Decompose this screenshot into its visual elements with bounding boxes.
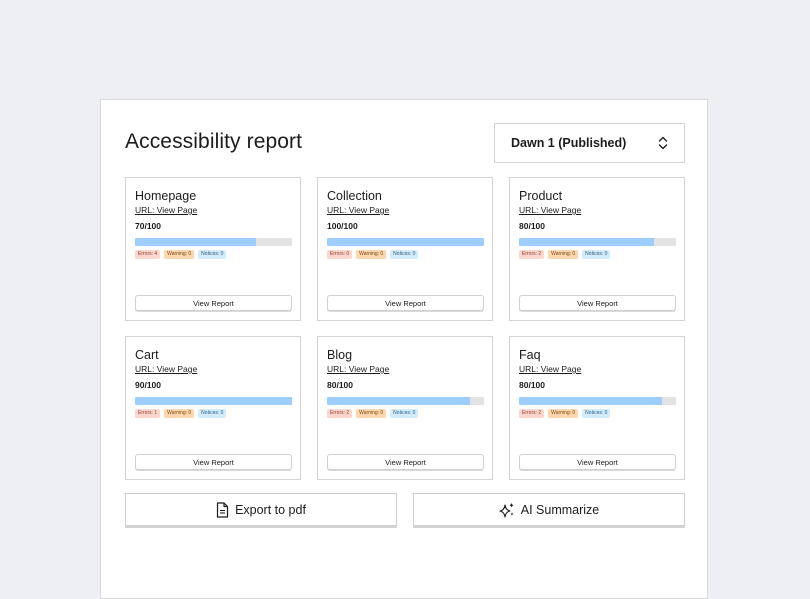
score: 90/100 (135, 380, 161, 390)
page-title: Accessibility report (125, 130, 303, 153)
view-report-button[interactable]: View Report (135, 454, 292, 470)
issue-badges: Errors: 2 Warning: 0 Notices: 0 (327, 409, 419, 418)
errors-badge: Errors: 4 (135, 250, 161, 259)
errors-badge: Errors: 1 (135, 409, 161, 418)
report-card-faq: Faq URL: View Page 80/100 Errors: 2 Warn… (509, 336, 685, 480)
view-page-link[interactable]: URL: View Page (135, 205, 197, 215)
theme-select[interactable]: Dawn 1 (Published) (494, 123, 685, 163)
ai-summarize-button[interactable]: AI Summarize (413, 493, 685, 526)
view-page-link[interactable]: URL: View Page (327, 364, 389, 374)
chevron-up-down-icon (658, 136, 668, 150)
view-page-link[interactable]: URL: View Page (519, 205, 581, 215)
report-card-cart: Cart URL: View Page 90/100 Errors: 1 War… (125, 336, 301, 480)
view-report-button[interactable]: View Report (519, 295, 676, 311)
warnings-badge: Warning: 0 (164, 250, 195, 259)
score-progress-bar (135, 397, 292, 405)
score-progress-bar (519, 238, 676, 246)
score-progress-fill (135, 238, 256, 246)
view-report-button[interactable]: View Report (327, 454, 484, 470)
notices-badge: Notices: 0 (198, 409, 227, 418)
card-title: Collection (327, 189, 382, 203)
ai-summarize-label: AI Summarize (520, 502, 600, 517)
errors-badge: Errors: 0 (327, 250, 353, 259)
warnings-badge: Warning: 0 (548, 250, 579, 259)
card-title: Blog (327, 348, 353, 362)
warnings-badge: Warning: 0 (356, 409, 387, 418)
score-progress-bar (327, 238, 484, 246)
notices-badge: Notices: 0 (582, 250, 611, 259)
report-card-homepage: Homepage URL: View Page 70/100 Errors: 4… (125, 177, 301, 321)
view-page-link[interactable]: URL: View Page (327, 205, 389, 215)
score: 80/100 (519, 380, 545, 390)
notices-badge: Notices: 0 (582, 409, 611, 418)
export-pdf-button[interactable]: Export to pdf (125, 493, 397, 526)
export-pdf-label: Export to pdf (235, 502, 306, 517)
issue-badges: Errors: 0 Warning: 0 Notices: 0 (327, 250, 419, 259)
view-page-link[interactable]: URL: View Page (519, 364, 581, 374)
view-page-link[interactable]: URL: View Page (135, 364, 197, 374)
card-title: Faq (519, 348, 541, 362)
report-card-blog: Blog URL: View Page 80/100 Errors: 2 War… (317, 336, 493, 480)
card-title: Homepage (135, 189, 197, 203)
notices-badge: Notices: 0 (390, 250, 419, 259)
notices-badge: Notices: 0 (390, 409, 419, 418)
warnings-badge: Warning: 0 (164, 409, 195, 418)
issue-badges: Errors: 2 Warning: 0 Notices: 0 (519, 250, 611, 259)
theme-select-value: Dawn 1 (Published) (511, 136, 627, 150)
score: 80/100 (519, 221, 545, 231)
score-progress-fill (519, 397, 662, 405)
score-progress-bar (327, 397, 484, 405)
score: 100/100 (327, 221, 358, 231)
view-report-button[interactable]: View Report (327, 295, 484, 311)
score-progress-fill (327, 397, 470, 405)
view-report-button[interactable]: View Report (519, 454, 676, 470)
score-progress-fill (327, 238, 484, 246)
errors-badge: Errors: 2 (327, 409, 353, 418)
report-card-collection: Collection URL: View Page 100/100 Errors… (317, 177, 493, 321)
warnings-badge: Warning: 0 (356, 250, 387, 259)
issue-badges: Errors: 4 Warning: 0 Notices: 0 (135, 250, 227, 259)
score-progress-bar (519, 397, 676, 405)
notices-badge: Notices: 0 (198, 250, 227, 259)
errors-badge: Errors: 2 (519, 250, 545, 259)
errors-badge: Errors: 2 (519, 409, 545, 418)
score-progress-fill (135, 397, 292, 405)
accessibility-report-panel: Accessibility report Dawn 1 (Published) … (100, 99, 708, 599)
issue-badges: Errors: 1 Warning: 0 Notices: 0 (135, 409, 227, 418)
report-card-product: Product URL: View Page 80/100 Errors: 2 … (509, 177, 685, 321)
score-progress-fill (519, 238, 655, 246)
score: 80/100 (327, 380, 353, 390)
card-title: Cart (135, 348, 159, 362)
warnings-badge: Warning: 0 (548, 409, 579, 418)
card-title: Product (519, 189, 563, 203)
score: 70/100 (135, 221, 161, 231)
score-progress-bar (135, 238, 292, 246)
document-icon (216, 501, 229, 518)
view-report-button[interactable]: View Report (135, 295, 292, 311)
sparkles-icon (499, 502, 515, 518)
issue-badges: Errors: 2 Warning: 0 Notices: 0 (519, 409, 611, 418)
